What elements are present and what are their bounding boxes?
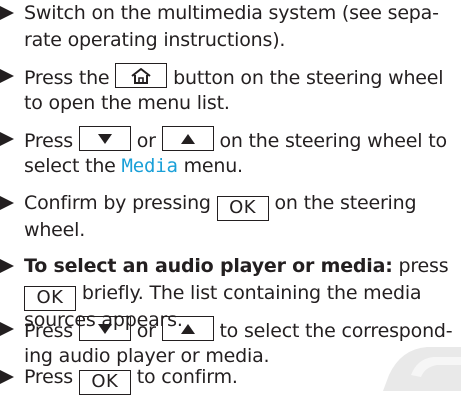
down-button: [78, 126, 131, 151]
step-3-line-2: select the Media menu.: [24, 153, 243, 180]
step-3-text-pre: Press: [24, 130, 74, 152]
step-7-line-1: Press OK to confirm.: [24, 364, 238, 395]
step-2-text-post: button on the steering wheel: [173, 67, 444, 89]
step-4-line-2: wheel.: [24, 219, 86, 241]
home-button: [115, 63, 168, 88]
ok-button: OK: [216, 196, 269, 221]
bullet-arrow-icon: [0, 132, 14, 146]
step-5-line2-post: briefly. The list containing the media: [81, 282, 422, 304]
bullet-arrow-icon: [0, 196, 14, 210]
bullet-arrow-icon: [0, 370, 14, 384]
watermark-logo: [383, 347, 461, 391]
down-arrow-icon: [97, 133, 112, 144]
up-arrow-icon: [180, 133, 195, 144]
step-3-line-1: Press or on the steering wheel to: [24, 126, 447, 155]
home-icon: [131, 67, 151, 84]
media-menu-label: Media: [121, 155, 178, 177]
step-2-text-pre: Press the: [24, 67, 110, 89]
step-3-text-mid: or: [136, 130, 156, 152]
step-4-text-pre: Confirm by pressing: [24, 192, 211, 214]
step-1-line-1: Switch on the multimedia system (see sep…: [24, 2, 439, 24]
step-1-line-2: rate operating instructions).: [24, 29, 286, 51]
step-5-text-post: press: [398, 255, 449, 277]
down-arrow-icon: [97, 323, 112, 334]
bullet-arrow-icon: [0, 322, 14, 336]
down-button: [78, 316, 131, 341]
bullet-arrow-icon: [0, 6, 14, 20]
ok-button: OK: [78, 370, 131, 395]
step-7-text-post: to confirm.: [136, 366, 238, 388]
step-4-text-post: on the steering: [274, 192, 417, 214]
bullet-arrow-icon: [0, 69, 14, 83]
step-6-text-mid: or: [136, 320, 156, 342]
step-3-text-post: on the steering wheel to: [219, 130, 447, 152]
step-5-bold-heading: To select an audio player or media:: [24, 255, 393, 277]
step-3-line2-post: menu.: [183, 155, 244, 177]
up-button: [161, 316, 214, 341]
step-6-text-pre: Press: [24, 320, 74, 342]
step-5-line-1: To select an audio player or media: pres…: [24, 253, 449, 280]
up-button: [161, 126, 214, 151]
step-7-text-pre: Press: [24, 366, 74, 388]
up-arrow-icon: [180, 323, 195, 334]
step-2-line-2: to open the menu list.: [24, 92, 230, 114]
bullet-arrow-icon: [0, 259, 14, 273]
step-2-line-1: Press the button on the steering wheel: [24, 63, 444, 92]
step-3-line2-pre: select the: [24, 155, 116, 177]
